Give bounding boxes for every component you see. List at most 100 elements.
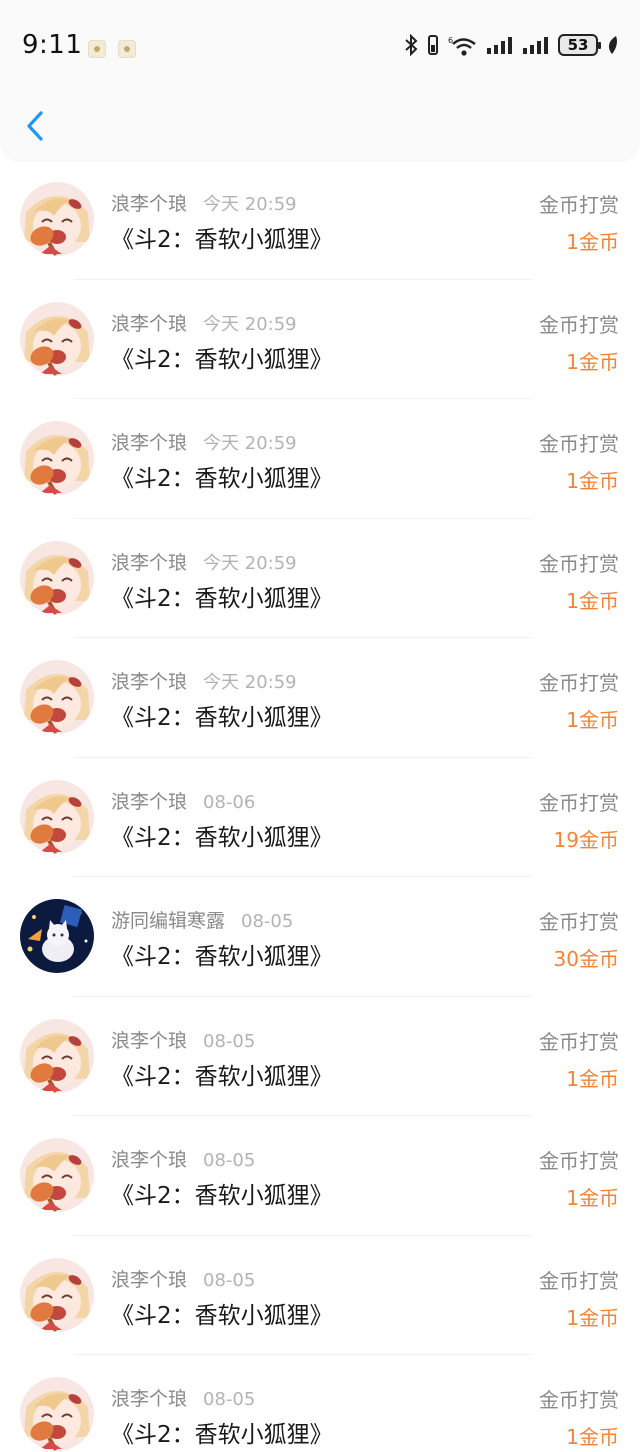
status-icons: 6 53 [404, 34, 618, 56]
leaf-icon [606, 35, 618, 55]
book-title: 《斗2：香软小狐狸》 [111, 1063, 333, 1090]
reward-type: 金币打赏 [539, 193, 619, 217]
notification-icon [88, 40, 106, 58]
book-title: 《斗2：香软小狐狸》 [111, 585, 333, 612]
book-title: 《斗2：香软小狐狸》 [111, 346, 333, 373]
avatar[interactable] [20, 1018, 94, 1093]
username: 浪李个琅 08-05 [111, 1145, 255, 1172]
back-button[interactable] [18, 104, 54, 148]
username: 浪李个琅 08-05 [111, 1026, 255, 1053]
username: 浪李个琅 今天 20:59 [111, 548, 297, 575]
reward-amount: 19金币 [553, 827, 619, 852]
reward-type: 金币打赏 [539, 671, 619, 695]
book-title: 《斗2：香软小狐狸》 [111, 705, 333, 731]
reward-date: 今天 20:59 [203, 672, 297, 693]
username-text: 浪李个琅 [111, 1149, 188, 1171]
avatar[interactable] [20, 421, 94, 495]
avatar[interactable] [20, 182, 94, 256]
svg-text:6: 6 [448, 36, 453, 45]
reward-record-row[interactable]: 浪李个琅 08-06 《斗2：香软小狐狸》 金币打赏 19金币 [0, 758, 640, 877]
reward-record-row[interactable]: 浪李个琅 08-05 《斗2：香软小狐狸》 金币打赏 1金币 [0, 997, 640, 1116]
reward-record-row[interactable]: 浪李个琅 08-05 《斗2：香软小狐狸》 金币打赏 1金币 [0, 1116, 640, 1236]
username-text: 浪李个琅 [111, 312, 188, 335]
wifi-icon: 6 [448, 34, 478, 56]
reward-type: 金币打赏 [539, 432, 619, 456]
reward-amount: 1金币 [566, 708, 619, 732]
reward-record-row[interactable]: 浪李个琅 今天 20:59 《斗2：香软小狐狸》 金币打赏 1金币 [0, 280, 640, 399]
reward-type: 金币打赏 [539, 1268, 619, 1293]
username-text: 浪李个琅 [111, 432, 188, 454]
signal-icon [486, 35, 514, 55]
avatar[interactable] [20, 540, 94, 615]
reward-record-row[interactable]: 浪李个琅 今天 20:59 《斗2：香软小狐狸》 金币打赏 1金币 [0, 638, 640, 758]
reward-date: 08-05 [203, 1389, 256, 1410]
reward-amount: 1金币 [566, 1186, 619, 1210]
reward-type: 金币打赏 [539, 1029, 619, 1054]
book-title: 《斗2：香软小狐狸》 [111, 944, 333, 970]
avatar[interactable] [20, 1377, 94, 1451]
screen: 9:11 6 53 浪李个琅 今天 20:59 《斗2：香软小狐狸》 金币打赏 … [0, 0, 640, 1452]
reward-date: 今天 20:59 [203, 552, 297, 574]
reward-type: 金币打赏 [539, 1388, 619, 1412]
book-title: 《斗2：香软小狐狸》 [111, 1302, 333, 1329]
reward-date: 08-05 [241, 911, 294, 932]
avatar[interactable] [20, 779, 94, 854]
username-text: 游同编辑寒露 [111, 910, 226, 932]
avatar[interactable] [20, 301, 94, 376]
signal-icon [522, 35, 550, 55]
reward-record-row[interactable]: 游同编辑寒露 08-05 《斗2：香软小狐狸》 金币打赏 30金币 [0, 877, 640, 997]
reward-type: 金币打赏 [539, 551, 619, 576]
username: 浪李个琅 今天 20:59 [111, 189, 297, 216]
bluetooth-icon [404, 34, 418, 56]
username: 浪李个琅 08-05 [111, 1384, 255, 1411]
reward-date: 今天 20:59 [203, 433, 297, 454]
reward-type: 金币打赏 [539, 312, 619, 337]
reward-amount: 1金币 [566, 1425, 619, 1449]
notification-icon [118, 40, 136, 58]
book-title: 《斗2：香软小狐狸》 [111, 227, 333, 253]
reward-type: 金币打赏 [539, 910, 619, 934]
reward-amount: 30金币 [553, 947, 619, 971]
reward-record-row[interactable]: 浪李个琅 08-05 《斗2：香软小狐狸》 金币打赏 1金币 [0, 1236, 640, 1355]
username: 游同编辑寒露 08-05 [111, 906, 293, 933]
username-text: 浪李个琅 [111, 790, 188, 813]
username: 浪李个琅 今天 20:59 [111, 309, 297, 336]
reward-record-row[interactable]: 浪李个琅 今天 20:59 《斗2：香软小狐狸》 金币打赏 1金币 [0, 160, 640, 280]
battery-indicator: 53 [558, 34, 601, 56]
reward-amount: 1金币 [566, 230, 619, 254]
avatar[interactable] [20, 1257, 94, 1332]
reward-date: 08-05 [203, 1030, 256, 1052]
reward-type: 金币打赏 [539, 1149, 619, 1173]
username: 浪李个琅 今天 20:59 [111, 667, 297, 694]
reward-record-row[interactable]: 浪李个琅 08-05 《斗2：香软小狐狸》 金币打赏 1金币 [0, 1355, 640, 1452]
username: 浪李个琅 今天 20:59 [111, 428, 297, 455]
reward-date: 08-05 [203, 1269, 256, 1291]
book-title: 《斗2：香软小狐狸》 [111, 824, 333, 851]
reward-date: 08-06 [203, 791, 256, 813]
phone-vibrate-icon [426, 34, 440, 56]
status-time: 9:11 [22, 30, 83, 60]
book-title: 《斗2：香软小狐狸》 [111, 1422, 333, 1448]
reward-record-list: 浪李个琅 今天 20:59 《斗2：香软小狐狸》 金币打赏 1金币 浪李个琅 今天 20:5… [0, 160, 640, 1452]
reward-date: 08-05 [203, 1150, 256, 1171]
reward-amount: 1金币 [566, 588, 619, 613]
reward-date: 今天 20:59 [203, 194, 297, 215]
username: 浪李个琅 08-05 [111, 1265, 255, 1292]
chevron-left-icon [27, 111, 43, 141]
username: 浪李个琅 08-06 [111, 787, 255, 814]
reward-record-row[interactable]: 浪李个琅 今天 20:59 《斗2：香软小狐狸》 金币打赏 1金币 [0, 519, 640, 638]
reward-record-row[interactable]: 浪李个琅 今天 20:59 《斗2：香软小狐狸》 金币打赏 1金币 [0, 399, 640, 519]
username-text: 浪李个琅 [111, 551, 188, 574]
username-text: 浪李个琅 [111, 193, 188, 215]
avatar[interactable] [20, 899, 94, 973]
reward-type: 金币打赏 [539, 790, 619, 815]
username-text: 浪李个琅 [111, 1388, 188, 1410]
avatar[interactable] [20, 1138, 94, 1212]
reward-amount: 1金币 [566, 349, 619, 374]
avatar[interactable] [20, 660, 94, 734]
book-title: 《斗2：香软小狐狸》 [111, 466, 333, 492]
reward-date: 今天 20:59 [203, 313, 297, 335]
top-bar: 9:11 6 53 [0, 0, 640, 160]
reward-amount: 1金币 [566, 1305, 619, 1330]
reward-amount: 1金币 [566, 469, 619, 493]
